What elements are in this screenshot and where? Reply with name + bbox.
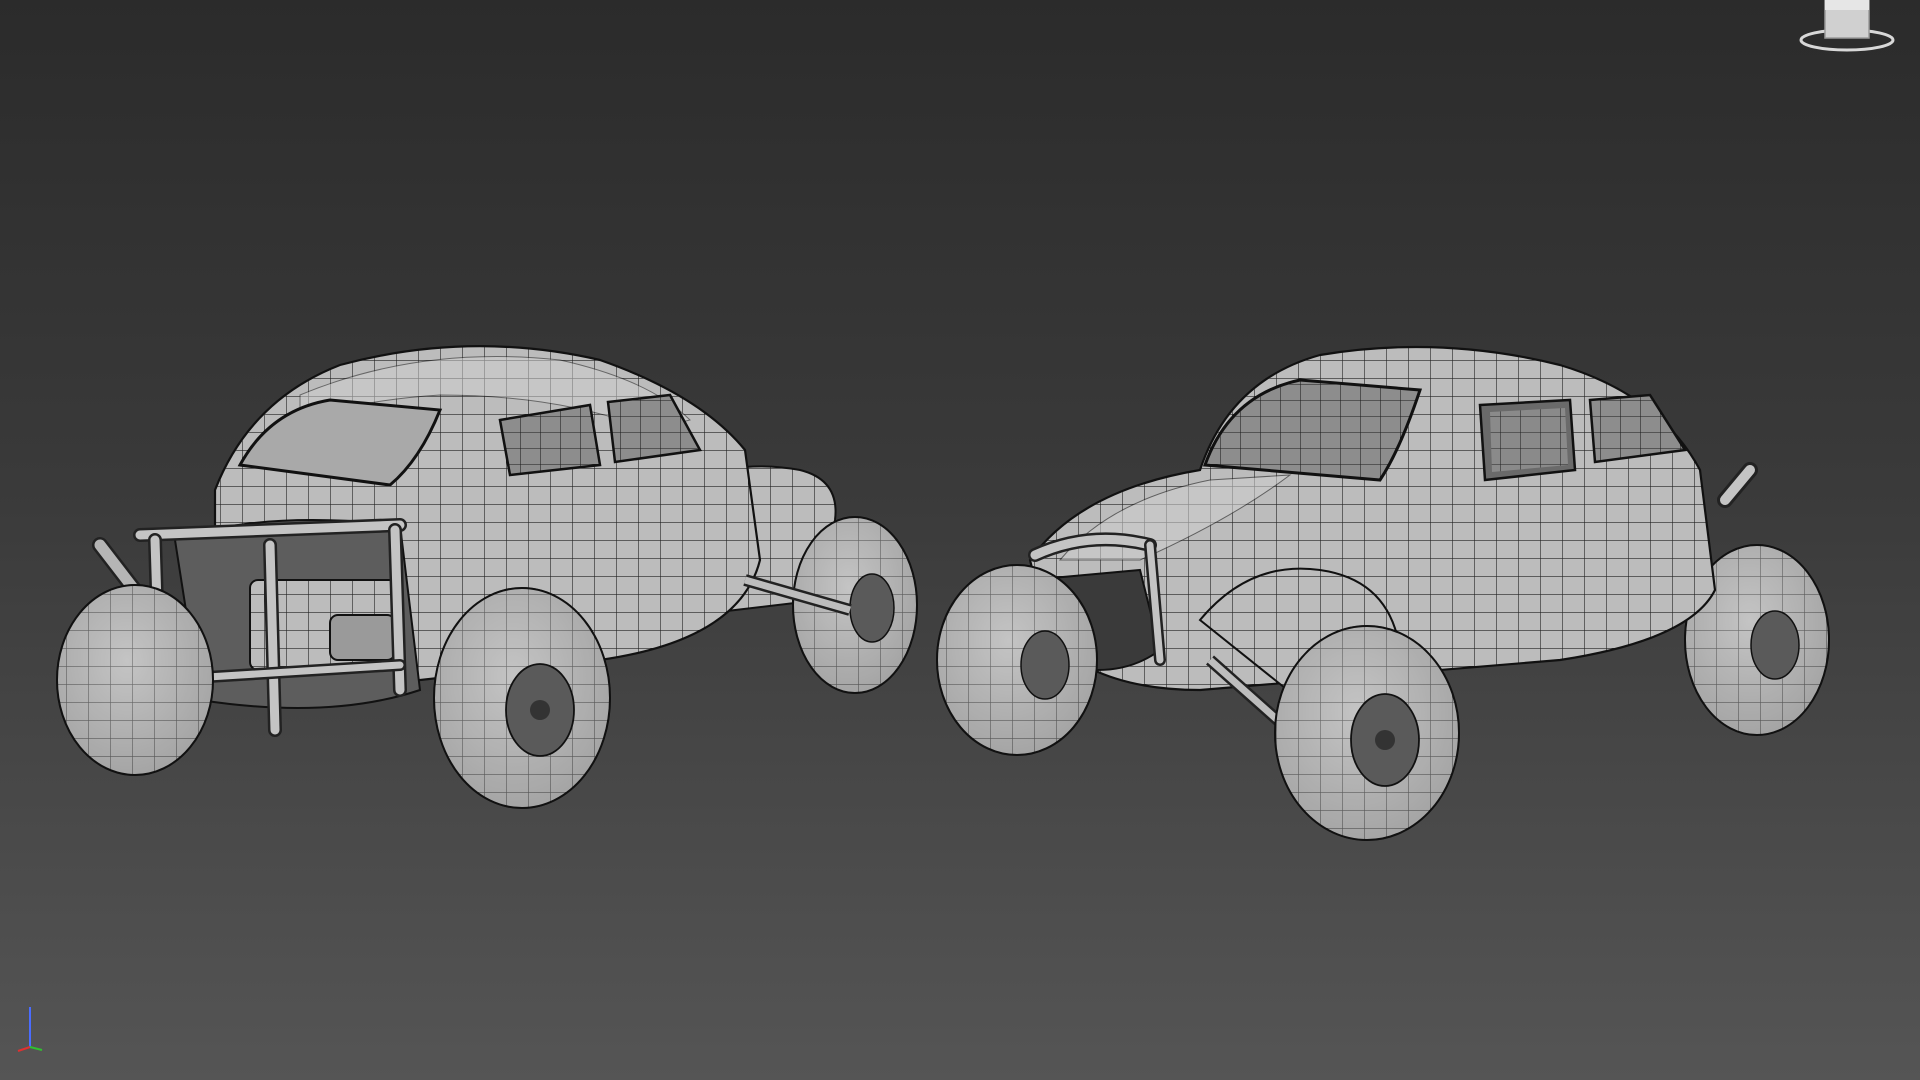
axis-tripod-icon	[17, 1007, 43, 1052]
baja-bug-front-view[interactable]	[936, 345, 1830, 841]
wheel-rear-left	[56, 584, 214, 776]
perspective-viewport[interactable]	[0, 0, 1920, 1080]
wheel-rear-right	[433, 587, 611, 809]
baja-bug-rear-view[interactable]	[56, 345, 918, 809]
wheel-front-left	[936, 564, 1098, 756]
wheel-front-right	[1274, 625, 1460, 841]
viewcube-icon[interactable]	[1792, 0, 1902, 60]
viewport-scene[interactable]	[0, 0, 1920, 1080]
